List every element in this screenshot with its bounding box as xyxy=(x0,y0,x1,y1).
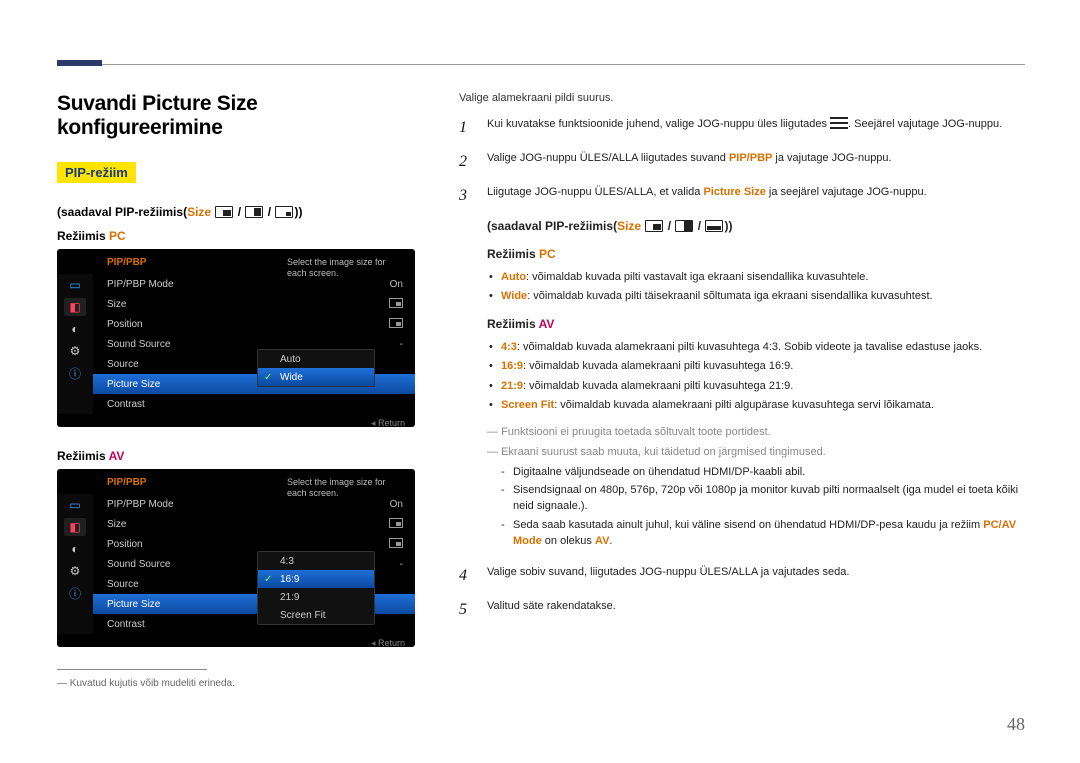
page-content: Suvandi Picture Size konfigureerimine PI… xyxy=(0,0,1080,689)
top-rule xyxy=(57,64,1025,65)
pip-size-tall-icon xyxy=(245,206,263,218)
osd-return[interactable]: Return xyxy=(57,414,415,435)
note-ports: Funktsiooni ei pruugita toetada sõltuval… xyxy=(487,424,1025,441)
availability-heading-right: (saadaval PIP-režiimis(Size / / )) xyxy=(487,217,1025,235)
osd-description: Select the image size for each screen. xyxy=(287,257,407,280)
step-4: Valige sobiv suvand, liigutades JOG-nupp… xyxy=(459,564,1025,588)
pc-wide: Wide: võimaldab kuvada pilti täisekraani… xyxy=(487,288,1025,305)
osd-item-position[interactable]: Position xyxy=(93,314,415,334)
av-options-list: 4:3: võimaldab kuvada alamekraani pilti … xyxy=(487,339,1025,414)
step-2: Valige JOG-nuppu ÜLES/ALLA liigutades su… xyxy=(459,150,1025,174)
step-3: Liigutage JOG-nuppu ÜLES/ALLA, et valida… xyxy=(459,184,1025,554)
step3-picture-size: Picture Size xyxy=(703,186,765,198)
avail-suffix: )) xyxy=(294,205,302,219)
avail-size-word: Size xyxy=(187,205,211,219)
osd-item-size[interactable]: Size xyxy=(93,514,415,534)
pip-mode-badge: PIP-režiim xyxy=(57,162,136,183)
pc-options-list: Auto: võimaldab kuvada pilti vastavalt i… xyxy=(487,269,1025,305)
step5-text: Valitud säte rakendatakse. xyxy=(487,598,1025,622)
mode-pc-heading-right: Režiimis PC xyxy=(487,245,1025,263)
osd-menu-list: PIP/PBP ModeOn Size Position Sound Sourc… xyxy=(93,274,415,414)
mode-pc-word: PC xyxy=(109,229,126,243)
step4-text: Valige sobiv suvand, liigutades JOG-nupp… xyxy=(487,564,1025,588)
page-number: 48 xyxy=(1007,714,1025,735)
footnote-rule xyxy=(57,669,207,670)
rail-display-icon[interactable]: ▭ xyxy=(64,276,86,294)
rail-pip-icon[interactable]: ◧ xyxy=(64,298,86,316)
osd-dropdown-pc: Auto Wide xyxy=(257,349,375,387)
pip-size-bar-icon xyxy=(705,220,723,232)
cond-3: Seda saab kasutada ainult juhul, kui väl… xyxy=(501,518,1025,550)
availability-heading-1: (saadaval PIP-režiimis(Size / / )) xyxy=(57,205,427,219)
step-5: Valitud säte rakendatakse. xyxy=(459,598,1025,622)
rail-info-icon[interactable]: ⓘ xyxy=(64,364,86,382)
rail-pip-icon[interactable]: ◧ xyxy=(64,518,86,536)
top-accent xyxy=(57,60,102,66)
opt-16-9[interactable]: 16:9 xyxy=(258,570,374,588)
osd-panel-av: PIP/PBP Select the image size for each s… xyxy=(57,469,415,647)
av-screen-fit: Screen Fit: võimaldab kuvada alamekraani… xyxy=(487,397,1025,414)
rail-display-icon[interactable]: ▭ xyxy=(64,496,86,514)
osd-description-av: Select the image size for each screen. xyxy=(287,477,407,500)
step2-text-b: ja vajutage JOG-nuppu. xyxy=(772,152,891,164)
page-title: Suvandi Picture Size konfigureerimine xyxy=(57,92,427,140)
menu-icon xyxy=(830,117,848,129)
step-1: Kui kuvatakse funktsioonide juhend, vali… xyxy=(459,116,1025,140)
osd-item-contrast[interactable]: Contrast xyxy=(93,394,415,414)
cond-1: Digitaalne väljundseade on ühendatud HDM… xyxy=(501,465,1025,481)
intro-text: Valige alamekraani pildi suurus. xyxy=(459,92,1025,104)
step3-text-b: ja seejärel vajutage JOG-nuppu. xyxy=(766,186,927,198)
size-value-icon xyxy=(389,518,403,528)
osd-dropdown-av: 4:3 16:9 21:9 Screen Fit xyxy=(257,551,375,625)
opt-4-3[interactable]: 4:3 xyxy=(258,552,374,570)
position-value-icon xyxy=(389,318,403,328)
right-column: Valige alamekraani pildi suurus. Kui kuv… xyxy=(459,92,1025,689)
rail-settings-icon[interactable]: ⚙ xyxy=(64,562,86,580)
opt-screen-fit[interactable]: Screen Fit xyxy=(258,606,374,624)
conditions-list: Digitaalne väljundseade on ühendatud HDM… xyxy=(501,465,1025,551)
av-21-9: 21:9: võimaldab kuvada alamekraani pilti… xyxy=(487,378,1025,395)
step2-text-a: Valige JOG-nuppu ÜLES/ALLA liigutades su… xyxy=(487,152,729,164)
opt-auto[interactable]: Auto xyxy=(258,350,374,368)
av-16-9: 16:9: võimaldab kuvada alamekraani pilti… xyxy=(487,358,1025,375)
pip-size-half-icon xyxy=(675,220,693,232)
steps-list: Kui kuvatakse funktsioonide juhend, vali… xyxy=(459,116,1025,622)
osd-return-av[interactable]: Return xyxy=(57,634,415,655)
pip-size-large-icon xyxy=(645,220,663,232)
opt-wide[interactable]: Wide xyxy=(258,368,374,386)
cond-2: Sisendsignaal on 480p, 576p, 720p või 10… xyxy=(501,483,1025,515)
osd-sidebar: ▭ ◧ ◐ ⚙ ⓘ xyxy=(57,274,93,414)
position-value-icon xyxy=(389,538,403,548)
step3-text-a: Liigutage JOG-nuppu ÜLES/ALLA, et valida xyxy=(487,186,703,198)
opt-21-9[interactable]: 21:9 xyxy=(258,588,374,606)
left-footnote: Kuvatud kujutis võib mudeliti erineda. xyxy=(57,678,427,689)
rail-settings-icon[interactable]: ⚙ xyxy=(64,342,86,360)
osd-panel-pc: PIP/PBP Select the image size for each s… xyxy=(57,249,415,427)
pc-auto: Auto: võimaldab kuvada pilti vastavalt i… xyxy=(487,269,1025,286)
note-conditions: Ekraani suurust saab muuta, kui täidetud… xyxy=(487,444,1025,461)
avail-prefix: (saadaval PIP-režiimis( xyxy=(57,205,187,219)
mode-av-heading-right: Režiimis AV xyxy=(487,315,1025,333)
size-value-icon xyxy=(389,298,403,308)
step2-pipbp: PIP/PBP xyxy=(729,152,772,164)
mode-pc-heading-left: Režiimis PC xyxy=(57,229,427,243)
pip-size-large-icon xyxy=(215,206,233,218)
rail-info-icon[interactable]: ⓘ xyxy=(64,584,86,602)
mode-av-heading-left: Režiimis AV xyxy=(57,449,427,463)
mode-prefix: Režiimis xyxy=(57,229,109,243)
av-4-3: 4:3: võimaldab kuvada alamekraani pilti … xyxy=(487,339,1025,356)
osd-item-size[interactable]: Size xyxy=(93,294,415,314)
left-column: Suvandi Picture Size konfigureerimine PI… xyxy=(57,92,427,689)
pip-size-small-icon xyxy=(275,206,293,218)
mode-prefix-av: Režiimis xyxy=(57,449,109,463)
step1-text-b: . Seejärel vajutage JOG-nuppu. xyxy=(848,118,1002,130)
rail-picture-icon[interactable]: ◐ xyxy=(64,540,86,558)
osd-sidebar-av: ▭ ◧ ◐ ⚙ ⓘ xyxy=(57,494,93,634)
step1-text-a: Kui kuvatakse funktsioonide juhend, vali… xyxy=(487,118,830,130)
rail-picture-icon[interactable]: ◐ xyxy=(64,320,86,338)
mode-av-word: AV xyxy=(109,449,125,463)
